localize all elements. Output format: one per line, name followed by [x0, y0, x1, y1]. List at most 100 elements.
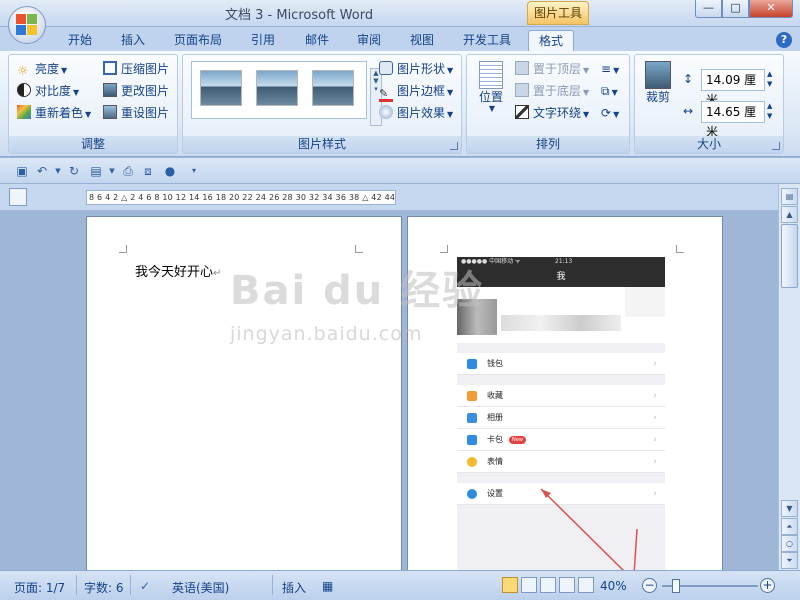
width-spinner[interactable]: ▲ ▼ — [767, 101, 772, 121]
tab-insert[interactable]: 插入 — [121, 30, 145, 51]
width-icon: ↔ — [683, 104, 694, 118]
tab-developer[interactable]: 开发工具 — [463, 30, 511, 51]
word-count[interactable]: 字数: 6 — [84, 579, 124, 596]
next-page-icon[interactable]: ⏷ — [781, 552, 798, 569]
size-launcher-icon[interactable] — [772, 142, 780, 150]
height-icon: ↕ — [683, 72, 694, 86]
margin-corner — [119, 245, 127, 253]
print-layout-view-icon[interactable] — [502, 577, 518, 593]
document-text[interactable]: 我今天好开心↵ — [135, 261, 221, 280]
office-button[interactable] — [8, 6, 46, 44]
circle-tool-icon[interactable]: ● — [162, 163, 178, 179]
zoom-level[interactable]: 40% — [600, 579, 627, 593]
select-objects-icon[interactable]: ⧈ — [140, 163, 156, 179]
group-picture-styles: ▲ ▼ ▾ 图片形状 ▼ ✎ 图片边框 ▼ 图片效果 ▼ 图片样式 — [182, 54, 462, 154]
proofing-icon[interactable]: ✓ — [140, 579, 150, 593]
ribbon: ☼ 亮度 ▼ 对比度 ▼ 重新着色 ▼ 压缩图片 更改图片 重设图片 调整 ▲ ▼ ▾ 图片… — [0, 51, 800, 157]
arrow-line-1 — [540, 488, 625, 570]
insert-mode[interactable]: 插入 — [282, 579, 306, 596]
recolor-icon — [17, 105, 31, 119]
tab-format[interactable]: 格式 — [528, 30, 575, 51]
tab-review[interactable]: 审阅 — [357, 30, 381, 51]
compress-icon — [103, 61, 117, 75]
reset-picture-button[interactable]: 重设图片 — [103, 103, 169, 123]
recolor-button[interactable]: 重新着色 ▼ — [17, 103, 91, 123]
text-wrapping-button[interactable]: 文字环绕 ▼ — [515, 103, 589, 123]
full-screen-reading-icon[interactable] — [521, 577, 537, 593]
brightness-icon: ☼ — [17, 64, 29, 79]
tab-view[interactable]: 视图 — [410, 30, 434, 51]
close-button[interactable]: ✕ — [749, 0, 793, 18]
height-field[interactable]: 14.09 厘米 — [701, 69, 765, 107]
picture-effects-button[interactable]: 图片效果 ▼ — [379, 103, 453, 123]
document-icon[interactable]: ▤ — [88, 163, 104, 179]
save-icon[interactable]: ▣ — [14, 163, 30, 179]
page-count[interactable]: 页面: 1/7 — [14, 579, 65, 596]
align-icon[interactable]: ≡ ▼ — [601, 59, 619, 79]
zoom-slider-thumb[interactable] — [672, 579, 680, 593]
help-icon[interactable]: ? — [776, 32, 792, 48]
compress-pictures-button[interactable]: 压缩图片 — [103, 59, 169, 79]
customize-qat-icon[interactable]: ▾ — [186, 163, 202, 179]
horizontal-ruler[interactable]: 8 6 4 2 △ 2 4 6 8 10 12 14 16 18 20 22 2… — [86, 190, 396, 205]
arrow-line-2 — [633, 528, 638, 570]
change-picture-button[interactable]: 更改图片 — [103, 81, 169, 101]
ribbon-tabs: 开始 插入 页面布局 引用 邮件 审阅 视图 开发工具 格式 ? — [0, 27, 800, 51]
brightness-button[interactable]: ☼ 亮度 ▼ — [17, 59, 67, 79]
width-field[interactable]: 14.65 厘米 — [701, 101, 765, 139]
draft-view-icon[interactable] — [578, 577, 594, 593]
group-objects-icon[interactable]: ⧉ ▼ — [601, 81, 618, 101]
maximize-button[interactable]: □ — [722, 0, 749, 18]
minimize-button[interactable]: — — [695, 0, 722, 18]
scroll-down-icon[interactable]: ▼ — [781, 500, 798, 517]
picture-style-3[interactable] — [312, 70, 354, 106]
rotate-icon[interactable]: ⟳ ▼ — [601, 103, 619, 123]
picture-effects-icon — [379, 105, 393, 119]
web-layout-icon[interactable] — [540, 577, 556, 593]
vertical-scrollbar[interactable]: ▤ ▲ ▼ ⏶ ○ ⏷ — [778, 184, 800, 570]
redo-icon[interactable]: ↻ — [66, 163, 82, 179]
macro-record-icon[interactable]: ▦ — [322, 579, 333, 593]
position-button[interactable]: 位置 ▼ — [475, 59, 507, 119]
undo-dropdown-icon[interactable]: ▼ — [50, 163, 66, 179]
bring-to-front-button[interactable]: 置于顶层 ▼ — [515, 59, 589, 79]
zoom-out-icon[interactable]: − — [642, 578, 657, 593]
language-indicator[interactable]: 英语(美国) — [172, 579, 229, 596]
outline-view-icon[interactable] — [559, 577, 575, 593]
send-to-back-button[interactable]: 置于底层 ▼ — [515, 81, 589, 101]
crop-button[interactable]: 裁剪 — [641, 59, 675, 119]
undo-icon[interactable]: ↶ — [34, 163, 50, 179]
picture-tools-contextual-tab[interactable]: 图片工具 — [527, 1, 589, 25]
previous-page-icon[interactable]: ⏶ — [781, 518, 798, 535]
office-logo-icon — [16, 14, 38, 36]
document-dropdown-icon[interactable]: ▼ — [104, 163, 120, 179]
picture-shape-button[interactable]: 图片形状 ▼ — [379, 59, 453, 79]
crop-icon — [645, 61, 671, 89]
picture-style-1[interactable] — [200, 70, 242, 106]
ruler-view-icon[interactable]: ▤ — [781, 188, 798, 205]
picture-style-2[interactable] — [256, 70, 298, 106]
document-area: 我今天好开心↵ ●●●●● 中国移动 ᯤ 21:13 我 钱包 › 收藏 › 相… — [0, 210, 778, 570]
print-preview-icon[interactable]: ⎙ — [120, 163, 136, 179]
tab-home[interactable]: 开始 — [68, 30, 92, 51]
tab-references[interactable]: 引用 — [251, 30, 275, 51]
scroll-thumb[interactable] — [781, 224, 798, 288]
contrast-icon — [17, 83, 31, 97]
tab-page-layout[interactable]: 页面布局 — [174, 30, 222, 51]
group-picture-styles-label: 图片样式 — [183, 136, 461, 153]
bring-to-front-icon — [515, 61, 529, 75]
reset-picture-icon — [103, 105, 117, 119]
group-arrange: 位置 ▼ 置于顶层 ▼ 置于底层 ▼ 文字环绕 ▼ ≡ ▼ ⧉ ▼ ⟳ ▼ 排列 — [466, 54, 630, 154]
browse-object-icon[interactable]: ○ — [781, 535, 798, 552]
height-spinner[interactable]: ▲ ▼ — [767, 69, 772, 89]
picture-border-button[interactable]: ✎ 图片边框 ▼ — [379, 81, 453, 102]
picture-styles-launcher-icon[interactable] — [450, 142, 458, 150]
tab-mailings[interactable]: 邮件 — [305, 30, 329, 51]
scroll-up-icon[interactable]: ▲ — [781, 206, 798, 223]
zoom-in-icon[interactable]: + — [760, 578, 775, 593]
send-to-back-icon — [515, 83, 529, 97]
group-adjust-label: 调整 — [9, 136, 177, 153]
contrast-button[interactable]: 对比度 ▼ — [17, 81, 79, 101]
position-icon — [479, 61, 503, 89]
ruler-toggle-button[interactable] — [9, 188, 27, 206]
